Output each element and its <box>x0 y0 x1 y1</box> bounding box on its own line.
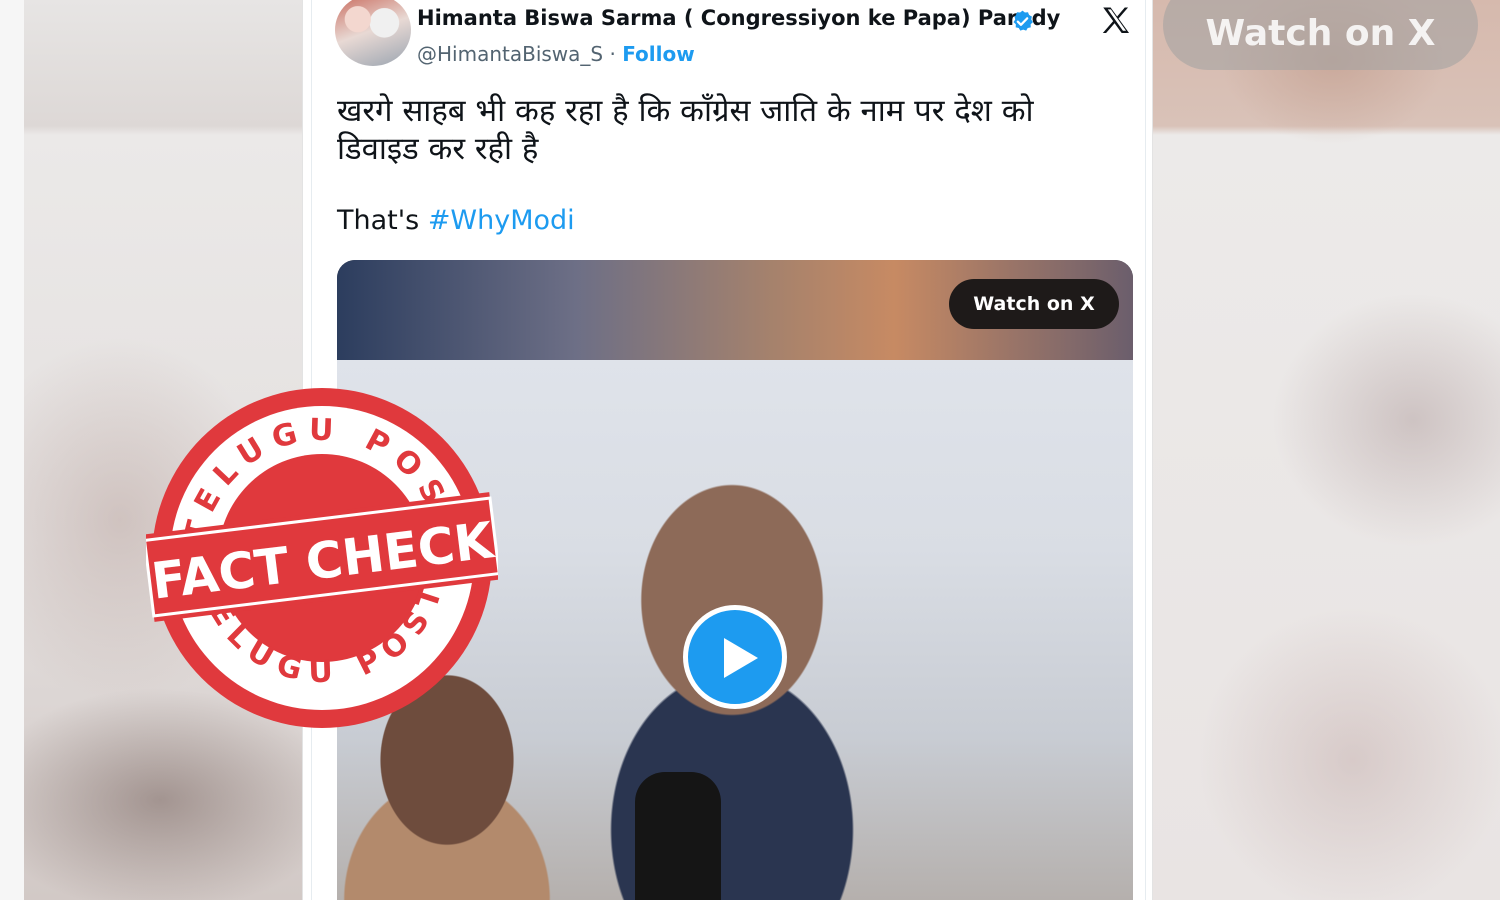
separator-dot: · <box>609 42 616 66</box>
tweet-text-line1: खरगे साहब भी कह रहा है कि कॉंग्रेस जाति … <box>337 93 1034 129</box>
tweet-text: खरगे साहब भी कह रहा है कि कॉंग्रेस जाति … <box>337 92 1097 168</box>
tweet-text-line2: डिवाइड कर रही है <box>337 131 539 167</box>
x-logo-icon[interactable] <box>1098 4 1134 38</box>
fact-check-stamp: TELUGU POST TELUGU POST FACT CHECK <box>146 388 498 728</box>
user-display-name[interactable]: Himanta Biswa Sarma ( Congressiyon ke Pa… <box>417 6 1060 30</box>
play-button[interactable] <box>683 605 787 709</box>
backdrop-right <box>1153 0 1500 900</box>
handle-row: @HimantaBiswa_S · Follow <box>417 42 695 66</box>
user-handle[interactable]: @HimantaBiswa_S <box>417 42 603 66</box>
play-icon <box>724 638 758 678</box>
microphone <box>635 772 721 900</box>
backdrop-left-edge <box>0 0 24 900</box>
tweet-text-prefix: That's <box>337 205 428 236</box>
follow-button[interactable]: Follow <box>622 42 695 66</box>
background-watch-on-x: Watch on X <box>1163 0 1478 70</box>
hashtag-link[interactable]: #WhyModi <box>428 205 575 236</box>
verified-badge-icon <box>1013 10 1033 31</box>
tweet-hashtag-line: That's #WhyModi <box>337 205 575 236</box>
watch-on-x-button[interactable]: Watch on X <box>949 279 1119 329</box>
